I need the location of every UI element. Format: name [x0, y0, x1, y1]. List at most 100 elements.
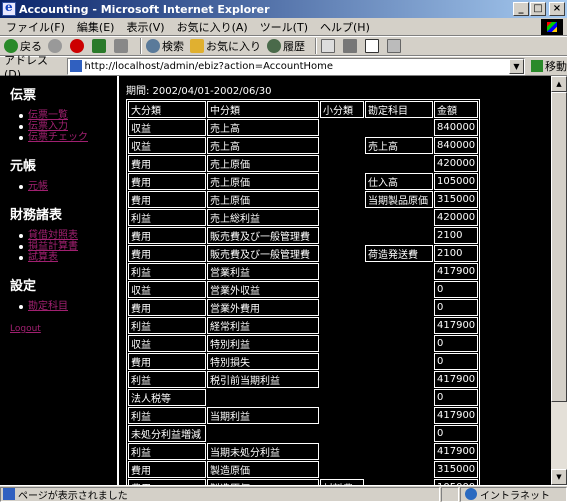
- link-slip-check[interactable]: 伝票チェック: [28, 132, 88, 143]
- vertical-scrollbar[interactable]: ▲ ▼: [551, 76, 567, 485]
- cell-major: 収益: [128, 119, 206, 136]
- cell-account: [365, 335, 433, 352]
- cell-account: [365, 425, 433, 442]
- cell-middle: 売上原価: [207, 191, 319, 208]
- cell-minor: [320, 227, 364, 244]
- history-icon: [267, 39, 281, 53]
- maximize-button[interactable]: □: [530, 2, 546, 16]
- menu-file[interactable]: ファイル(F): [0, 19, 71, 35]
- scroll-thumb[interactable]: [551, 92, 567, 402]
- history-label: 履歴: [283, 40, 305, 53]
- cell-middle: 特別利益: [207, 335, 319, 352]
- cell-amount: 0: [434, 281, 479, 298]
- cell-major: 利益: [128, 407, 206, 424]
- logout-link[interactable]: Logout: [10, 324, 116, 334]
- search-button[interactable]: 検索: [146, 38, 184, 54]
- menu-favorites[interactable]: お気に入り(A): [171, 19, 254, 35]
- close-button[interactable]: ×: [549, 2, 565, 16]
- refresh-button[interactable]: [92, 39, 108, 53]
- link-balance-sheet[interactable]: 貸借対照表: [28, 230, 78, 241]
- sidebar-list-statements: 貸借対照表 損益計算書 試算表: [19, 230, 116, 263]
- discuss-icon: [387, 39, 401, 53]
- table-row: 収益 営業外収益 0: [128, 281, 479, 298]
- status-bar: ページが表示されました イントラネット: [0, 485, 567, 502]
- cell-amount: 0: [434, 389, 479, 406]
- cell-amount: 2100: [434, 245, 479, 262]
- page-content: 伝票 伝票一覧 伝票入力 伝票チェック 元帳 元帳 財務諸表 貸借対照表 損益計…: [0, 76, 567, 485]
- cell-amount: 105000: [434, 173, 479, 190]
- minimize-button[interactable]: _: [513, 2, 529, 16]
- header-amount: 金額: [434, 101, 479, 118]
- sidebar-item-income-statement: 損益計算書: [19, 241, 116, 252]
- cell-account: 売上高: [365, 137, 433, 154]
- cell-minor: [320, 155, 364, 172]
- link-accounts[interactable]: 勘定科目: [28, 301, 68, 312]
- sidebar-divider: [117, 76, 119, 485]
- toolbar-divider: [315, 38, 317, 54]
- cell-account: [365, 209, 433, 226]
- sidebar-heading-ledger: 元帳: [10, 159, 37, 174]
- cell-amount: 840000: [434, 119, 479, 136]
- edit-button[interactable]: [365, 39, 381, 53]
- cell-minor: [320, 281, 364, 298]
- cell-middle: 販売費及び一般管理費: [207, 245, 319, 262]
- table-row: 費用 販売費及び一般管理費 荷造発送費 2100: [128, 245, 479, 262]
- stop-button[interactable]: [70, 39, 86, 53]
- discuss-button[interactable]: [387, 39, 403, 53]
- table-row: 利益 当期利益 417900: [128, 407, 479, 424]
- cell-amount: 417900: [434, 443, 479, 460]
- cell-account: [365, 371, 433, 388]
- link-slip-list[interactable]: 伝票一覧: [28, 110, 68, 121]
- cell-major: 未処分利益増減: [128, 425, 206, 442]
- search-label: 検索: [162, 40, 184, 53]
- cell-minor: [320, 299, 364, 316]
- scroll-down-icon[interactable]: ▼: [551, 469, 567, 485]
- cell-minor: [320, 425, 364, 442]
- link-slip-entry[interactable]: 伝票入力: [28, 121, 68, 132]
- cell-major: 法人税等: [128, 389, 206, 406]
- history-button[interactable]: 履歴: [267, 38, 305, 54]
- status-panel-blank: [441, 486, 459, 502]
- cell-minor: [320, 137, 364, 154]
- sidebar: 伝票 伝票一覧 伝票入力 伝票チェック 元帳 元帳 財務諸表 貸借対照表 損益計…: [0, 76, 116, 485]
- status-message-panel: ページが表示されました: [0, 486, 440, 502]
- cell-minor: [320, 407, 364, 424]
- toolbar-divider: [140, 38, 142, 54]
- mail-button[interactable]: [321, 39, 337, 53]
- print-icon: [343, 39, 357, 53]
- cell-minor: [320, 209, 364, 226]
- home-button[interactable]: [114, 39, 130, 53]
- cell-account: [365, 281, 433, 298]
- sidebar-heading-settings: 設定: [10, 279, 37, 294]
- cell-major: 利益: [128, 263, 206, 280]
- link-income-statement[interactable]: 損益計算書: [28, 241, 78, 252]
- cell-major: 利益: [128, 443, 206, 460]
- window-controls: _ □ ×: [512, 2, 565, 16]
- cell-account: [365, 461, 433, 478]
- refresh-icon: [92, 39, 106, 53]
- link-ledger[interactable]: 元帳: [28, 181, 48, 192]
- address-dropdown-icon[interactable]: ▼: [509, 58, 524, 74]
- menu-help[interactable]: ヘルプ(H): [314, 19, 376, 35]
- cell-account: [365, 407, 433, 424]
- table-row: 利益 経常利益 417900: [128, 317, 479, 334]
- go-button[interactable]: 移動: [531, 58, 567, 74]
- account-table: 大分類 中分類 小分類 勘定科目 金額 収益 売上高 840000 収益 売上高 売上高 8…: [126, 99, 481, 485]
- cell-middle: 経常利益: [207, 317, 319, 334]
- print-button[interactable]: [343, 39, 359, 53]
- sidebar-item-trial-balance: 試算表: [19, 252, 116, 263]
- period-label: 期間: 2002/04/01-2002/06/30: [126, 86, 272, 97]
- table-row: 未処分利益増減 0: [128, 425, 479, 442]
- link-trial-balance[interactable]: 試算表: [28, 252, 58, 263]
- address-input[interactable]: http://localhost/admin/ebiz?action=Accou…: [66, 57, 525, 75]
- cell-major: 費用: [128, 245, 206, 262]
- favorites-button[interactable]: お気に入り: [190, 38, 261, 54]
- scroll-up-icon[interactable]: ▲: [551, 76, 567, 92]
- menu-tools[interactable]: ツール(T): [254, 19, 314, 35]
- cell-middle: 売上原価: [207, 173, 319, 190]
- cell-middle: 売上総利益: [207, 209, 319, 226]
- cell-middle: [207, 389, 319, 406]
- menu-view[interactable]: 表示(V): [120, 19, 170, 35]
- cell-minor: [320, 461, 364, 478]
- menu-edit[interactable]: 編集(E): [71, 19, 121, 35]
